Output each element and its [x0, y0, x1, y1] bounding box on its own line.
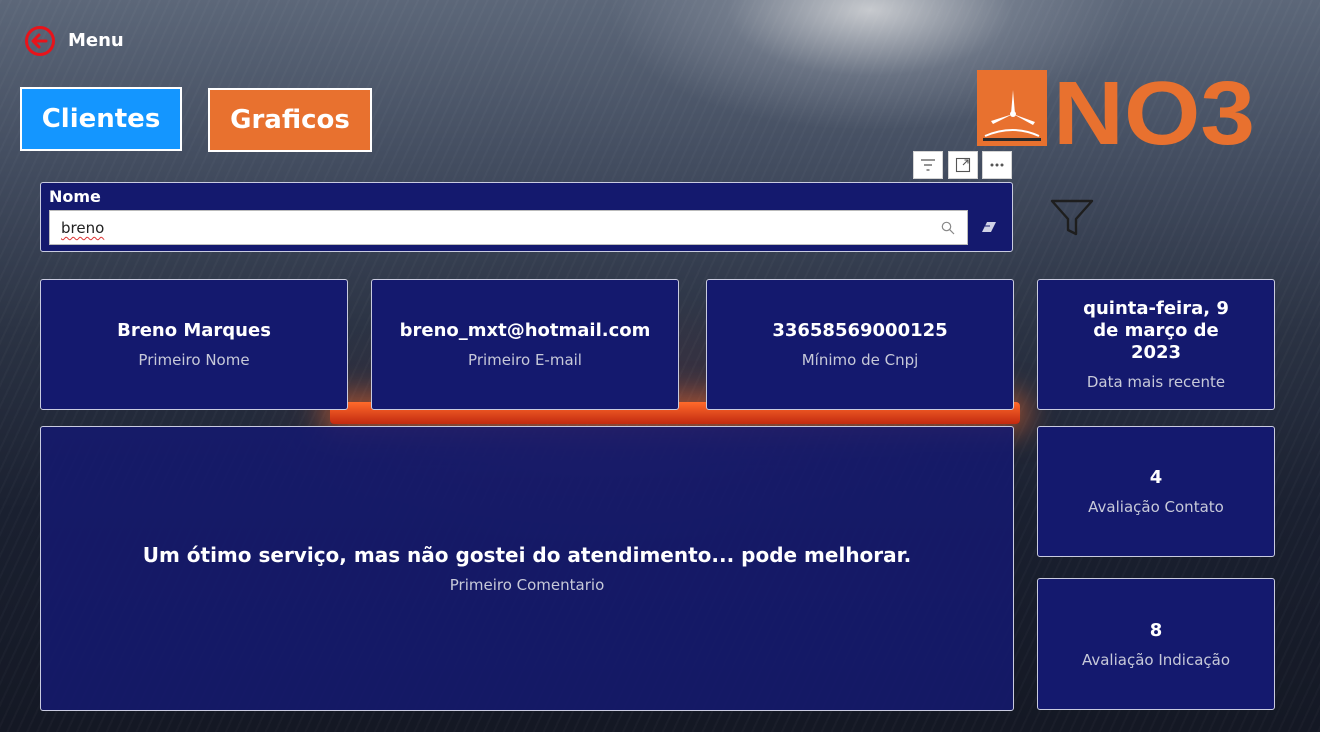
- no3-logo: NO3: [977, 70, 1255, 148]
- slicer-title: Nome: [49, 187, 101, 206]
- visual-filter-button[interactable]: [913, 151, 943, 179]
- search-input[interactable]: breno: [61, 219, 104, 237]
- card-avaliacao-contato: 4 Avaliação Contato: [1037, 426, 1275, 557]
- card-label: Avaliação Contato: [1088, 498, 1224, 516]
- card-primeiro-comentario: Um ótimo serviço, mas não gostei do aten…: [40, 426, 1014, 711]
- more-options-button[interactable]: [982, 151, 1012, 179]
- filter-icon[interactable]: [1050, 198, 1094, 238]
- card-primeiro-email: breno_mxt@hotmail.com Primeiro E-mail: [371, 279, 679, 410]
- card-data-recente: quinta-feira, 9 de março de 2023 Data ma…: [1037, 279, 1275, 410]
- search-icon[interactable]: [941, 221, 955, 235]
- graficos-button[interactable]: Graficos: [208, 88, 372, 152]
- card-label: Primeiro Comentario: [449, 575, 605, 594]
- eraser-icon[interactable]: [981, 221, 997, 233]
- card-minimo-cnpj: 33658569000125 Mínimo de Cnpj: [706, 279, 1014, 410]
- card-label: Data mais recente: [1086, 373, 1226, 391]
- ellipsis-icon: [990, 163, 1004, 167]
- card-primeiro-nome: Breno Marques Primeiro Nome: [40, 279, 348, 410]
- card-label: Mínimo de Cnpj: [801, 351, 919, 369]
- clientes-button[interactable]: Clientes: [20, 87, 182, 151]
- card-value: 33658569000125: [772, 320, 948, 341]
- card-value: 4: [1149, 467, 1163, 488]
- focus-mode-button[interactable]: [948, 151, 978, 179]
- card-label: Primeiro E-mail: [468, 351, 582, 369]
- filter-lines-icon: [921, 159, 935, 171]
- card-value: Breno Marques: [117, 320, 271, 341]
- card-label: Primeiro Nome: [138, 351, 250, 369]
- expand-icon: [955, 157, 971, 173]
- card-value: 8: [1149, 619, 1163, 641]
- back-arrow-icon[interactable]: [24, 25, 56, 57]
- card-value: quinta-feira, 9 de março de 2023: [1083, 298, 1229, 363]
- card-avaliacao-indicacao: 8 Avaliação Indicação: [1037, 578, 1275, 710]
- card-label: Avaliação Indicação: [1081, 650, 1231, 669]
- card-value: breno_mxt@hotmail.com: [399, 320, 651, 341]
- menu-label[interactable]: Menu: [68, 30, 124, 51]
- card-value: Um ótimo serviço, mas não gostei do aten…: [142, 542, 912, 567]
- logo-text: NO3: [1053, 70, 1255, 148]
- search-field[interactable]: breno: [49, 210, 968, 245]
- nome-slicer: Nome breno: [40, 182, 1013, 252]
